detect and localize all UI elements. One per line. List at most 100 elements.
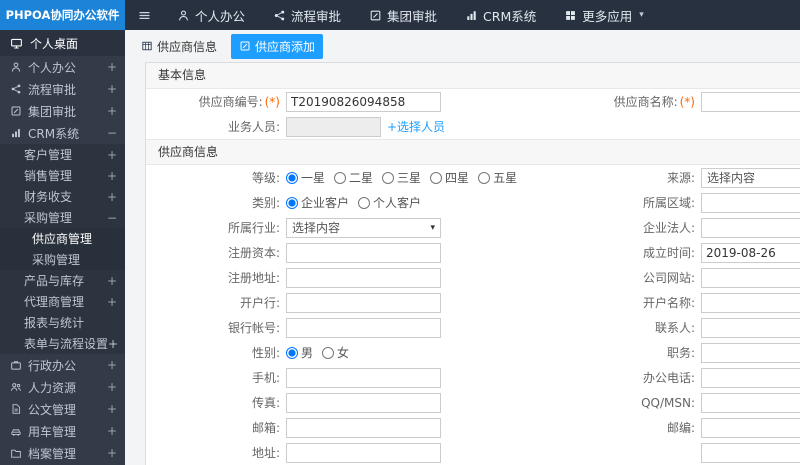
source-select[interactable]: 选择内容 ▾: [701, 167, 800, 188]
radio-option[interactable]: 四星: [430, 169, 469, 186]
form-row-address: 地址:: [146, 440, 800, 465]
select-value: 选择内容: [707, 171, 756, 185]
extra-input[interactable]: [701, 442, 800, 463]
radio-label: 一星: [301, 171, 326, 185]
sidebar-item-group-approval[interactable]: 集团审批 +: [0, 100, 125, 122]
nav-group-approval[interactable]: 集团审批: [355, 0, 451, 30]
radio-option[interactable]: 个人客户: [358, 194, 421, 211]
region-input[interactable]: [701, 192, 800, 213]
sidebar-item-label: 财务收支: [24, 190, 73, 204]
radio-option[interactable]: 二星: [334, 169, 373, 186]
bank-input[interactable]: [286, 292, 441, 313]
sidebar-item-customer-mgmt[interactable]: 客户管理 +: [0, 144, 125, 165]
radio-option[interactable]: 女: [322, 344, 349, 361]
tab-supplier-add[interactable]: 供应商添加: [231, 33, 324, 59]
reg-address-input[interactable]: [286, 267, 441, 288]
radio-input[interactable]: [286, 346, 298, 359]
radio-input[interactable]: [322, 346, 335, 359]
sidebar-item-agent-mgmt[interactable]: 代理商管理 +: [0, 291, 125, 312]
sidebar-item-personal-office[interactable]: 个人办公 +: [0, 56, 125, 78]
sidebar-item-purchasing[interactable]: 采购管理: [0, 249, 125, 270]
sidebar-item-reports[interactable]: 报表与统计: [0, 312, 125, 333]
radio-option[interactable]: 五星: [478, 169, 517, 186]
sidebar-item-process-approval[interactable]: 流程审批 +: [0, 78, 125, 100]
field-label: 邮编:: [666, 421, 695, 435]
form-row-industry: 所属行业: 选择内容 ▾ 企业法人:: [146, 215, 800, 240]
form-icon: [239, 40, 251, 52]
sidebar-item-vehicle-mgmt[interactable]: 用车管理 +: [0, 420, 125, 442]
category-radio-group: 企业客户 个人客户: [286, 194, 586, 211]
main-content: 供应商信息 供应商添加 基本信息 供应商编号:(*) 供应商名称:(*) 业务人…: [125, 30, 800, 465]
radio-option[interactable]: 一星: [286, 169, 325, 186]
sidebar-item-purchase-mgmt[interactable]: 采购管理 −: [0, 207, 125, 228]
qq-msn-input[interactable]: [701, 392, 800, 413]
field-label: 注册资本:: [227, 246, 280, 260]
nav-crm-system[interactable]: CRM系统: [451, 0, 550, 30]
founded-date-input[interactable]: [701, 242, 800, 263]
fax-input[interactable]: [286, 392, 441, 413]
radio-input[interactable]: [358, 196, 371, 209]
nav-label: 集团审批: [387, 8, 438, 24]
address-input[interactable]: [286, 442, 441, 463]
nav-more-apps[interactable]: 更多应用 ▾: [550, 0, 658, 30]
radio-input[interactable]: [382, 171, 395, 184]
sidebar-item-desktop[interactable]: 个人桌面: [0, 30, 125, 56]
radio-input[interactable]: [478, 171, 491, 184]
sidebar-item-product-inventory[interactable]: 产品与库存 +: [0, 270, 125, 291]
sidebar-item-crm-system[interactable]: CRM系统 −: [0, 122, 125, 144]
choose-staff-link[interactable]: +选择人员: [387, 118, 445, 135]
sidebar-item-admin-office[interactable]: 行政办公 +: [0, 354, 125, 376]
sidebar-item-label: 集团审批: [28, 104, 77, 119]
job-title-input[interactable]: [701, 342, 800, 363]
zip-input[interactable]: [701, 417, 800, 438]
email-input[interactable]: [286, 417, 441, 438]
account-name-input[interactable]: [701, 292, 800, 313]
field-label: 公司网站:: [642, 271, 695, 285]
capital-input[interactable]: [286, 242, 441, 263]
radio-input[interactable]: [286, 196, 298, 209]
radio-option[interactable]: 三星: [382, 169, 421, 186]
radio-option[interactable]: 企业客户: [286, 194, 349, 211]
field-label: 邮箱:: [251, 421, 280, 435]
menu-toggle-button[interactable]: [125, 0, 163, 30]
supplier-no-input[interactable]: [286, 91, 441, 112]
share-flow-icon: [273, 9, 286, 22]
radio-option[interactable]: 男: [286, 344, 313, 361]
car-icon: [10, 425, 22, 437]
sidebar-item-document-mgmt[interactable]: 公文管理 +: [0, 398, 125, 420]
bank-account-input[interactable]: [286, 317, 441, 338]
sidebar: 个人桌面 个人办公 + 流程审批 + 集团审批 + CRM系统 − 客户管理 +…: [0, 30, 125, 465]
field-label: 企业法人:: [642, 221, 695, 235]
gender-radio-group: 男 女: [286, 344, 586, 361]
sidebar-item-sales-mgmt[interactable]: 销售管理 +: [0, 165, 125, 186]
tab-supplier-info[interactable]: 供应商信息: [133, 34, 225, 59]
contact-input[interactable]: [701, 317, 800, 338]
table-icon: [141, 40, 153, 52]
field-label: 供应商编号:: [198, 95, 263, 109]
form-row-mobile: 手机: 办公电话:: [146, 365, 800, 390]
radio-input[interactable]: [430, 171, 443, 184]
supplier-name-input[interactable]: [701, 91, 800, 112]
sidebar-item-hr[interactable]: 人力资源 +: [0, 376, 125, 398]
sidebar-item-archive-mgmt[interactable]: 档案管理 +: [0, 442, 125, 464]
website-input[interactable]: [701, 267, 800, 288]
staff-input[interactable]: [286, 116, 381, 137]
expand-icon: +: [106, 60, 117, 74]
legal-person-input[interactable]: [701, 217, 800, 238]
mobile-input[interactable]: [286, 367, 441, 388]
industry-select[interactable]: 选择内容 ▾: [286, 217, 441, 238]
sidebar-item-supplier-mgmt[interactable]: 供应商管理: [0, 228, 125, 249]
required-marker: (*): [264, 95, 280, 109]
sidebar-item-form-flow-settings[interactable]: 表单与流程设置+: [0, 333, 125, 354]
nav-process-approval[interactable]: 流程审批: [259, 0, 355, 30]
sidebar-item-finance[interactable]: 财务收支 +: [0, 186, 125, 207]
radio-input[interactable]: [286, 171, 298, 184]
radio-input[interactable]: [334, 171, 347, 184]
sidebar-item-label: 表单与流程设置+: [24, 337, 119, 351]
collapse-icon: −: [106, 126, 117, 140]
expand-icon: +: [106, 147, 117, 162]
office-tel-input[interactable]: [701, 367, 800, 388]
nav-personal-office[interactable]: 个人办公: [163, 0, 259, 30]
form-row-category: 类别: 企业客户 个人客户 所属区域:: [146, 190, 800, 215]
apps-grid-icon: [564, 9, 577, 22]
